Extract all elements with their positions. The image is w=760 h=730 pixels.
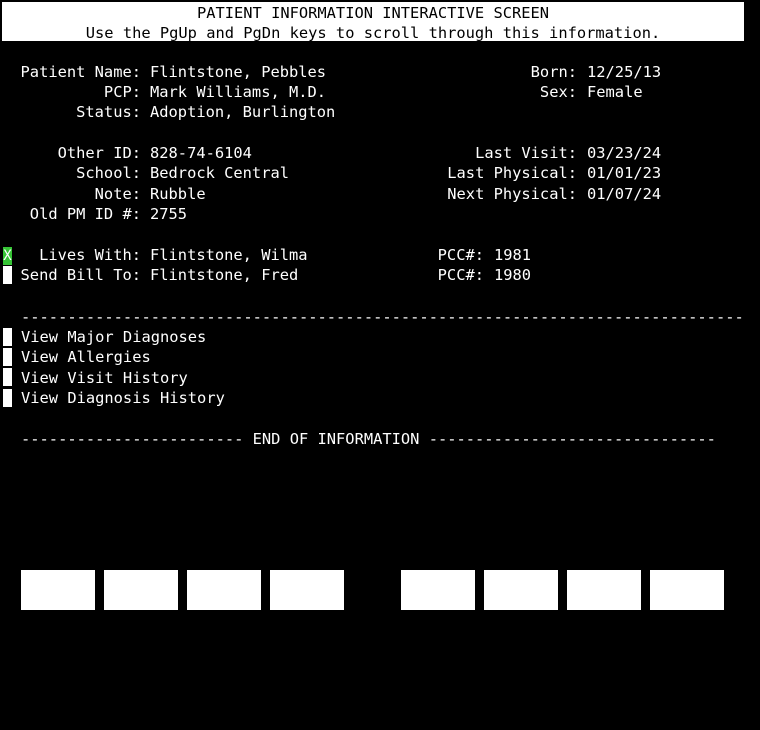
view-allergies-select-box[interactable]: [3, 348, 12, 366]
status-label: Status:: [76, 103, 141, 121]
note-value: Rubble: [150, 185, 206, 203]
last-physical-value: 01/01/23: [587, 164, 662, 182]
patient-forms-line2: Forms: [580, 671, 628, 689]
bop-to-top-button[interactable]: Bop To Top: [650, 570, 724, 689]
pcp-value: Mark Williams, M.D.: [150, 83, 327, 101]
view-allergies-link[interactable]: View Allergies: [21, 347, 151, 367]
note-label: Note:: [94, 185, 141, 203]
other-id-label: Other ID:: [57, 144, 141, 162]
patient-name-label: Patient Name:: [20, 63, 141, 81]
send-bill-to-value: Flintstone, Fred: [150, 266, 299, 284]
born-label: Born:: [530, 63, 577, 81]
view-visit-history-link[interactable]: View Visit History: [21, 368, 188, 388]
bop-to-top-line1: Bop To: [659, 611, 715, 629]
schedule-patient-line1: Schedule: [484, 611, 559, 629]
born-value: 12/25/13: [587, 63, 662, 81]
next-physical-label: Next Physical:: [447, 185, 577, 203]
view-visit-history-select-box[interactable]: [3, 368, 12, 386]
last-physical-label: Last Physical:: [447, 164, 577, 182]
lives-with-select-box[interactable]: X: [3, 247, 12, 265]
edit-patient-line2: Patient: [191, 671, 257, 689]
terminal-screen: PATIENT INFORMATION INTERACTIVE SCREEN U…: [0, 0, 760, 689]
hide-moreinfo-button[interactable]: Hide MoreInfo: [104, 570, 178, 689]
school-value: Bedrock Central: [150, 164, 289, 182]
status-value: Adoption, Burlington: [150, 103, 336, 121]
old-pm-id-label: Old PM ID #:: [29, 205, 141, 223]
send-bill-to-pcc-label: PCC#:: [437, 266, 484, 284]
section-divider: ----------------------------------------…: [21, 308, 743, 326]
show-moreinfo-line2: MoreInfo: [21, 671, 96, 689]
patient-forms-line1: Patient: [571, 611, 637, 629]
send-bill-to-label: Send Bill To:: [20, 266, 141, 284]
end-of-information-line: ------------------------ END OF INFORMAT…: [21, 430, 716, 448]
view-major-diagnoses-select-box[interactable]: [3, 328, 12, 346]
next-physical-value: 01/07/24: [587, 185, 662, 203]
last-visit-value: 03/23/24: [587, 144, 662, 162]
screen-instructions: Use the PgUp and PgDn keys to scroll thr…: [85, 24, 661, 42]
screen-title: PATIENT INFORMATION INTERACTIVE SCREEN: [196, 4, 550, 22]
view-diagnosis-history-select-box[interactable]: [3, 389, 12, 407]
schedule-patient-line2: Patient: [488, 671, 554, 689]
workwith-entry-button[interactable]: WorkWith Entry: [270, 570, 344, 689]
patient-forms-button[interactable]: Patient Forms: [567, 570, 641, 689]
lives-with-label: Lives With:: [39, 246, 141, 264]
workwith-entry-line2: Entry: [283, 671, 331, 689]
patient-name-value: Flintstone, Pebbles: [150, 63, 327, 81]
view-diagnosis-history-link[interactable]: View Diagnosis History: [21, 388, 225, 408]
last-visit-label: Last Visit:: [475, 144, 577, 162]
lives-with-pcc-label: PCC#:: [437, 246, 484, 264]
bop-to-top-line2: Top: [673, 671, 701, 689]
hide-moreinfo-line1: Hide: [122, 611, 160, 629]
lives-with-value: Flintstone, Wilma: [150, 246, 308, 264]
edit-patient-button[interactable]: Edit Patient: [187, 570, 261, 689]
sex-value: Female: [587, 83, 643, 101]
screen-header: PATIENT INFORMATION INTERACTIVE SCREEN U…: [2, 2, 744, 42]
show-moreinfo-line1: Show: [39, 611, 77, 629]
other-id-value: 828-74-6104: [150, 144, 252, 162]
imms-record-button[interactable]: Imms Record: [401, 570, 475, 689]
lives-with-pcc-value: 1981: [494, 246, 532, 264]
imms-record-line2: Record: [410, 671, 466, 689]
edit-patient-line1: Edit: [205, 611, 243, 629]
hide-moreinfo-line2: MoreInfo: [104, 671, 179, 689]
send-bill-to-select-box[interactable]: [3, 266, 12, 284]
workwith-entry-line1: WorkWith: [270, 611, 345, 629]
imms-record-line1: Imms: [419, 611, 457, 629]
view-major-diagnoses-link[interactable]: View Major Diagnoses: [21, 327, 206, 347]
send-bill-to-pcc-value: 1980: [494, 266, 532, 284]
schedule-patient-button[interactable]: Schedule Patient: [484, 570, 558, 689]
pcp-label: PCP:: [103, 83, 141, 101]
school-label: School:: [76, 164, 141, 182]
sex-label: Sex:: [539, 83, 577, 101]
show-moreinfo-button[interactable]: Show MoreInfo: [21, 570, 95, 689]
old-pm-id-value: 2755: [150, 205, 188, 223]
